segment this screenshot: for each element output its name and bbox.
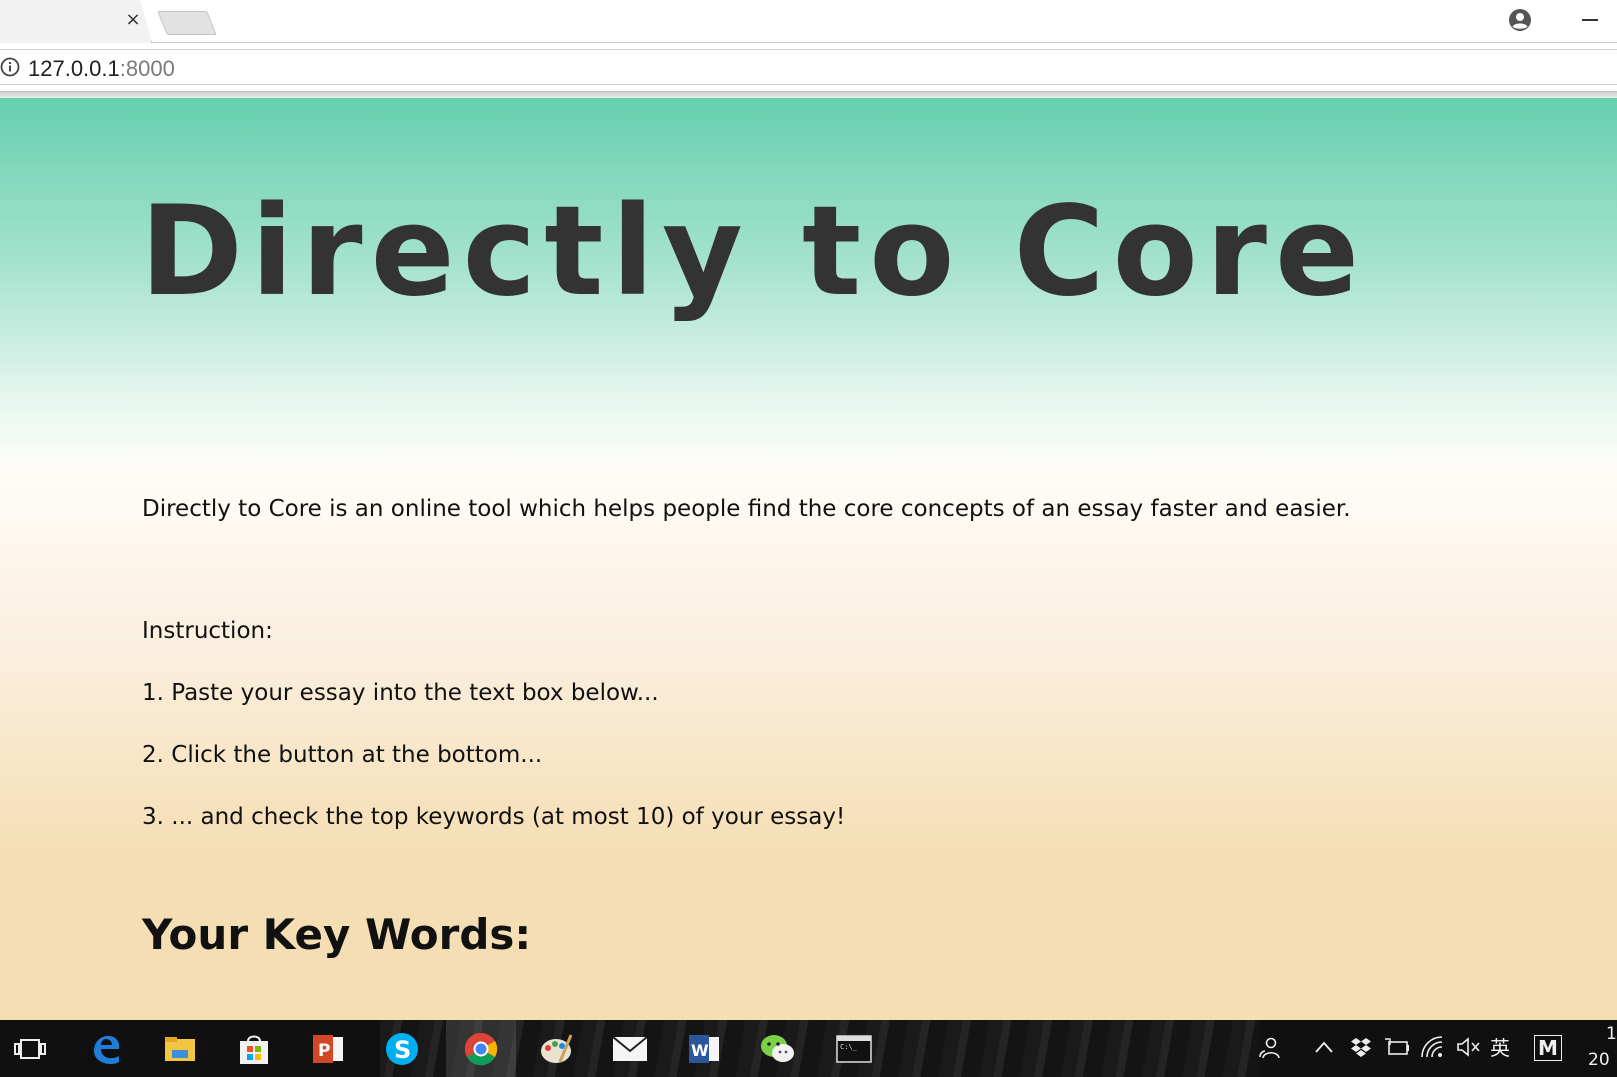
svg-text:S: S [394,1036,411,1064]
url-port: :8000 [119,56,175,81]
url-field[interactable]: 127.0.0.1:8000 [0,49,1617,85]
instruction-step-3: 3. ... and check the top keywords (at mo… [142,804,846,830]
profile-icon[interactable] [1508,8,1532,32]
url-text[interactable]: 127.0.0.1:8000 [28,56,175,82]
task-view-icon[interactable] [10,1029,50,1069]
store-icon[interactable] [234,1029,274,1069]
minimize-icon[interactable] [1582,19,1598,21]
keywords-heading: Your Key Words: [142,910,532,959]
chevron-up-icon[interactable] [1314,1040,1334,1054]
svg-text:P: P [318,1041,330,1061]
volume-muted-icon[interactable] [1456,1036,1482,1058]
clock-date[interactable]: 20 [1588,1050,1610,1070]
paint-icon[interactable] [536,1029,576,1069]
chrome-icon[interactable] [461,1029,501,1069]
people-icon[interactable] [1258,1036,1282,1060]
instruction-step-1: 1. Paste your essay into the text box be… [142,680,659,706]
instruction-step-2: 2. Click the button at the bottom... [142,742,543,768]
intro-paragraph: Directly to Core is an online tool which… [142,496,1351,522]
battery-icon[interactable] [1384,1037,1410,1057]
clock-time[interactable]: 1 [1606,1024,1617,1044]
new-tab-button[interactable] [157,11,217,35]
terminal-icon[interactable]: C:\_ [834,1029,874,1069]
edge-icon[interactable] [86,1029,126,1069]
skype-icon[interactable]: S [382,1029,422,1069]
page-title: Directly to Core [140,180,1368,324]
svg-text:W: W [691,1041,709,1060]
instructions-list: Instruction: 1. Paste your essay into th… [142,616,845,864]
file-explorer-icon[interactable] [160,1029,200,1069]
powerpoint-icon[interactable]: P [308,1029,348,1069]
dropbox-icon[interactable] [1350,1036,1372,1058]
ime-indicator[interactable]: 英 [1490,1036,1510,1060]
wifi-icon[interactable] [1420,1035,1446,1059]
wechat-icon[interactable] [758,1029,798,1069]
m-indicator-icon[interactable]: M [1534,1035,1562,1061]
page-content: Directly to Core Directly to Core is an … [0,98,1617,1020]
svg-text:C:\_: C:\_ [840,1043,858,1051]
tab-close-icon[interactable]: × [122,9,144,31]
instructions-heading: Instruction: [142,618,273,644]
os-taskbar: P S W C:\_ 英 M 1 20 [0,1020,1617,1077]
word-icon[interactable]: W [684,1029,724,1069]
browser-tab-bar: × [0,0,1617,43]
url-host: 127.0.0.1 [28,56,120,81]
info-icon[interactable] [0,57,20,77]
mail-icon[interactable] [610,1029,650,1069]
address-bar: 127.0.0.1:8000 [0,43,1617,92]
